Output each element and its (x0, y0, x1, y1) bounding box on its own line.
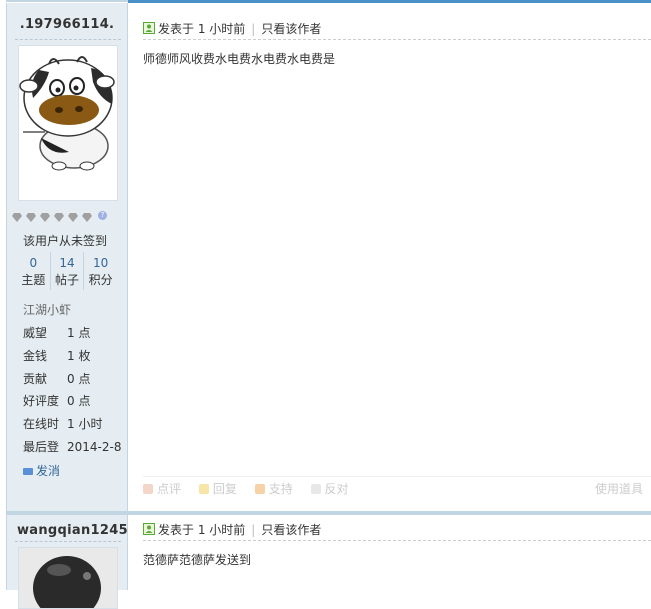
oppose-button[interactable]: 反对 (310, 477, 349, 501)
info-value: 1 点 (67, 326, 91, 340)
info-value: 1 枚 (67, 348, 91, 363)
diamond-icon (12, 213, 22, 222)
info-value: 1 小时 (67, 417, 103, 432)
stat-points[interactable]: 10 积分 (83, 252, 117, 290)
stat-label: 主题 (21, 273, 46, 287)
post-body: 发表于 1 小时前 | 只看该作者 师德师风收费水电费水电费水电费是 点评 回复 支… (143, 3, 651, 511)
stat-value: 14 (59, 256, 75, 270)
diamond-icon (26, 213, 36, 222)
info-key: 金钱 (23, 348, 48, 363)
diamond-icon (68, 213, 78, 222)
info-value: 2014-2-8 (67, 439, 122, 454)
stat-posts[interactable]: 14 帖子 (49, 252, 84, 290)
post-1: .197966114. ? 该用户从未签到 0 主题 14 帖子 10 积分 江… (6, 3, 651, 511)
top-border (6, 0, 651, 3)
rank-stars: ? (12, 211, 107, 223)
user-rank[interactable]: 江湖小虾 (23, 301, 71, 318)
stat-value: 10 (93, 256, 109, 270)
support-button[interactable]: 支持 (254, 477, 293, 501)
author-sidebar: wangqian1245 (6, 515, 128, 609)
post-meta: 发表于 1 小时前 | 只看该作者 (143, 20, 651, 40)
meta-divider: | (251, 22, 256, 36)
rate-label: 点评 (157, 482, 182, 496)
diamond-icon (82, 213, 92, 222)
oppose-label: 反对 (324, 482, 349, 496)
info-key: 贡献 (23, 371, 48, 386)
avatar[interactable] (18, 547, 118, 609)
send-message-link[interactable]: 发消 (23, 462, 60, 479)
signin-status: 该用户从未签到 (23, 234, 108, 248)
send-message-label: 发消 (36, 464, 61, 478)
post-meta: 发表于 1 小时前 | 只看该作者 (143, 521, 651, 541)
info-key: 威望 (23, 326, 48, 340)
user-stats: 0 主题 14 帖子 10 积分 (17, 252, 117, 290)
post-actions: 点评 回复 支持 反对 使用道具 (143, 476, 651, 501)
thumbs-up-icon (254, 484, 265, 494)
info-value: 0 点 (67, 371, 91, 386)
online-status-icon (143, 22, 155, 34)
online-status-icon (143, 523, 155, 535)
info-key: 最后登 (23, 439, 60, 454)
author-username[interactable]: wangqian1245 (17, 523, 137, 538)
cow-avatar-icon (19, 56, 115, 171)
only-author-link[interactable]: 只看该作者 (261, 523, 321, 537)
support-label: 支持 (268, 482, 293, 496)
stat-threads[interactable]: 0 主题 (17, 252, 50, 290)
username-divider (15, 39, 121, 40)
envelope-icon (23, 468, 33, 475)
author-username[interactable]: .197966114. (7, 17, 127, 32)
reply-button[interactable]: 回复 (198, 477, 237, 501)
use-tools-menu[interactable]: 使用道具 (595, 477, 643, 501)
info-row: 贡献 0 点 (23, 368, 121, 391)
info-value: 0 点 (67, 394, 91, 409)
info-row: 最后登 2014-2-8 (23, 436, 121, 459)
rate-icon (143, 484, 153, 494)
stat-label: 积分 (88, 273, 113, 287)
post-time: 发表于 1 小时前 (158, 523, 246, 537)
info-row: 在线时 1 小时 (23, 413, 121, 436)
info-row: 威望 1 点 (23, 322, 121, 345)
only-author-link[interactable]: 只看该作者 (261, 22, 321, 36)
author-sidebar: .197966114. ? 该用户从未签到 0 主题 14 帖子 10 积分 江… (6, 3, 128, 511)
post-content: 范德萨范德萨发送到 (143, 553, 252, 567)
thumbs-down-icon (310, 484, 321, 494)
meta-divider: | (251, 523, 256, 537)
rate-button[interactable]: 点评 (143, 477, 181, 501)
user-info: 威望 1 点 金钱 1 枚 贡献 0 点 好评度 0 点 在线时 1 小时 最后登 2014… (23, 322, 121, 459)
info-key: 在线时 (23, 417, 60, 432)
diamond-icon (54, 213, 64, 222)
stat-value: 0 (29, 256, 38, 270)
info-row: 金钱 1 枚 (23, 345, 121, 368)
avatar-image-icon (19, 548, 117, 608)
post-2: wangqian1245 发表于 1 小时前 | 只看该作者 范德萨范德萨发送到 (6, 515, 651, 609)
reply-label: 回复 (212, 482, 237, 496)
info-row: 好评度 0 点 (23, 390, 121, 413)
username-divider (15, 541, 121, 542)
post-body: 发表于 1 小时前 | 只看该作者 范德萨范德萨发送到 (143, 515, 651, 590)
post-time: 发表于 1 小时前 (158, 22, 246, 36)
help-icon[interactable]: ? (98, 211, 107, 220)
info-key: 好评度 (23, 394, 60, 409)
post-content: 师德师风收费水电费水电费水电费是 (143, 52, 336, 66)
stat-label: 帖子 (55, 273, 80, 287)
reply-icon (198, 484, 209, 494)
avatar[interactable] (18, 45, 118, 201)
diamond-icon (40, 213, 50, 222)
